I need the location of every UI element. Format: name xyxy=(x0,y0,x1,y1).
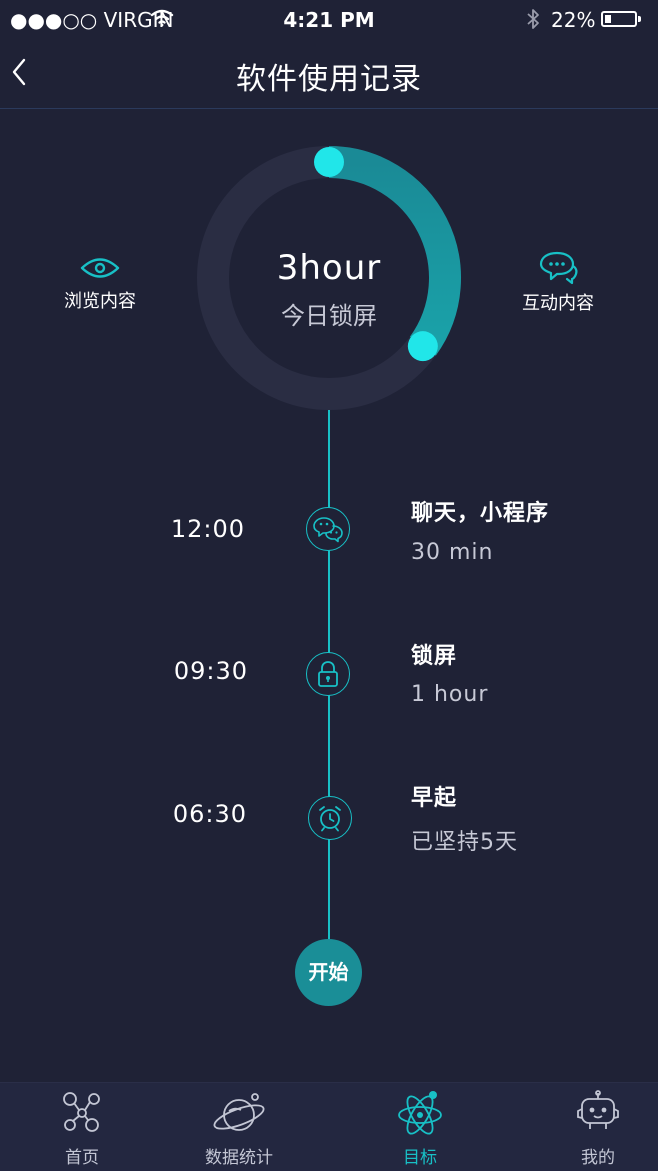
status-bar: ●●●○○ VIRGIN 4:21 PM 22% xyxy=(0,0,658,38)
timeline-title: 锁屏 xyxy=(411,644,458,669)
ring-start-handle[interactable] xyxy=(314,147,344,177)
tab-goals[interactable]: 目标 xyxy=(338,1083,502,1171)
tab-bar: 首页 数据统计 目标 我的 xyxy=(0,1082,658,1171)
bluetooth-icon xyxy=(527,9,539,29)
tab-mine[interactable]: 我的 xyxy=(516,1083,658,1171)
wechat-icon xyxy=(313,517,343,543)
nav-bar: 软件使用记录 xyxy=(0,38,658,109)
timeline-title: 聊天，小程序 xyxy=(411,501,550,526)
timeline-detail: 1 hour xyxy=(411,682,489,707)
interact-content-label: 互动内容 xyxy=(522,293,594,314)
molecule-icon xyxy=(63,1092,100,1132)
battery-percent: 22% xyxy=(551,8,596,32)
timeline-time: 06:30 xyxy=(172,800,247,828)
timeline-detail: 30 min xyxy=(411,540,494,565)
tab-label: 我的 xyxy=(581,1148,615,1168)
timeline-time: 09:30 xyxy=(173,657,248,685)
alarm-clock-icon xyxy=(319,806,341,832)
interact-content-button[interactable]: 互动内容 xyxy=(503,249,613,315)
battery-tip xyxy=(638,16,641,22)
tab-label: 数据统计 xyxy=(205,1148,273,1168)
eye-icon xyxy=(80,258,120,278)
planet-icon xyxy=(213,1093,265,1131)
timeline-node-lock[interactable] xyxy=(306,652,350,696)
battery-icon xyxy=(601,11,637,27)
atom-icon xyxy=(398,1091,442,1135)
lock-icon xyxy=(318,661,338,687)
timeline-node-alarm[interactable] xyxy=(308,796,352,840)
browse-content-button[interactable]: 浏览内容 xyxy=(45,253,155,313)
timeline-title: 早起 xyxy=(411,786,458,811)
timeline-time: 12:00 xyxy=(170,515,245,543)
start-button[interactable]: 开始 xyxy=(295,939,362,1006)
tab-statistics[interactable]: 数据统计 xyxy=(157,1083,321,1171)
tab-home[interactable]: 首页 xyxy=(0,1083,164,1171)
browse-content-label: 浏览内容 xyxy=(64,291,136,312)
tab-label: 首页 xyxy=(65,1148,99,1168)
summary-value: 3hour xyxy=(276,248,382,288)
summary-caption: 今日锁屏 xyxy=(281,302,377,330)
ring-end-handle[interactable] xyxy=(407,331,438,362)
timeline-node-chat[interactable] xyxy=(306,507,350,551)
tab-label: 目标 xyxy=(403,1148,437,1168)
page-title: 软件使用记录 xyxy=(236,62,422,97)
chat-bubble-icon xyxy=(539,251,578,285)
robot-icon xyxy=(577,1090,619,1129)
timeline-detail: 已坚持5天 xyxy=(411,830,518,855)
